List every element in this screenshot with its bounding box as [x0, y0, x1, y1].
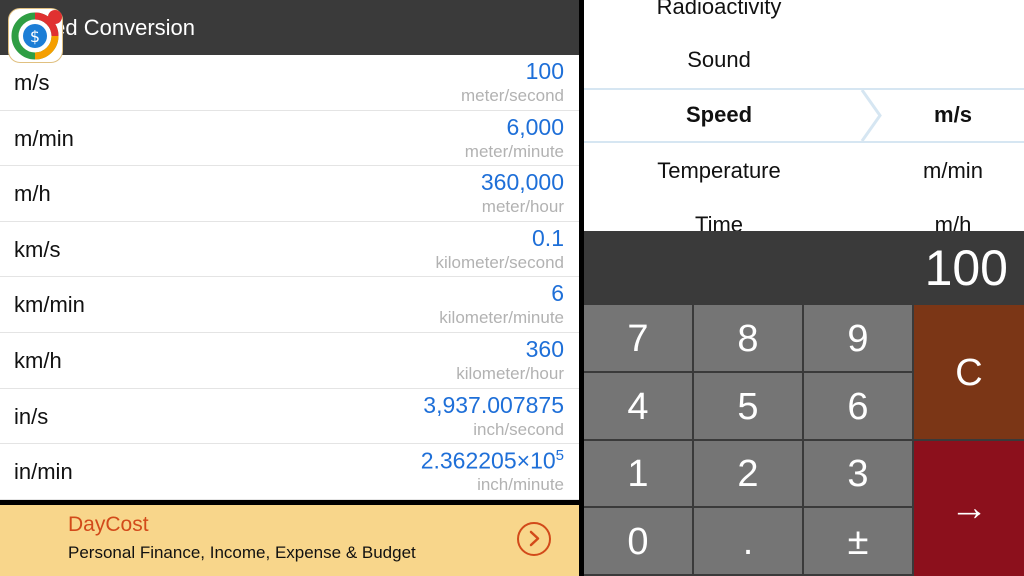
key-8[interactable]: 8: [694, 305, 804, 373]
list-item[interactable]: km/min 6 kilometer/minute: [0, 277, 579, 333]
picker-category-temperature[interactable]: Temperature: [584, 158, 854, 184]
key-decimal[interactable]: .: [694, 508, 804, 576]
list-item[interactable]: m/h 360,000 meter/hour: [0, 166, 579, 222]
unit-abbr: m/h: [14, 181, 51, 207]
conversion-list[interactable]: m/s 100 meter/second m/min 6,000 meter/m…: [0, 55, 579, 500]
picker-category-speed-selected[interactable]: Speed: [584, 102, 854, 128]
daycost-app-icon[interactable]: $: [8, 8, 63, 63]
picker-unit-selected[interactable]: m/s: [882, 102, 1024, 128]
key-2[interactable]: 2: [694, 441, 804, 508]
list-item[interactable]: km/s 0.1 kilometer/second: [0, 222, 579, 278]
unit-abbr: in/s: [14, 403, 49, 429]
unit-value: 100: [525, 58, 564, 84]
unit-abbr: km/h: [14, 347, 62, 373]
unit-name: inch/second: [473, 419, 564, 439]
unit-value: 3,937.007875: [423, 391, 564, 418]
unit-value: 6: [551, 280, 564, 307]
page-title: Speed Conversion: [0, 0, 579, 55]
picker-category-radioactivity[interactable]: Radioactivity: [584, 0, 854, 20]
picker-category-time[interactable]: Time: [584, 212, 854, 231]
unit-abbr: m/min: [14, 125, 74, 151]
list-item[interactable]: in/min 2.362205×105 inch/minute: [0, 444, 579, 500]
unit-value: 0.1: [532, 224, 564, 251]
key-6[interactable]: 6: [804, 373, 914, 441]
calculator-display: 100: [584, 231, 1024, 305]
picker-unit-m-min[interactable]: m/min: [882, 158, 1024, 184]
unit-abbr: km/min: [14, 292, 85, 318]
unit-name: meter/second: [461, 86, 564, 105]
unit-name: meter/hour: [481, 197, 564, 217]
value-mantissa: 2.362205×10: [420, 447, 556, 474]
list-item[interactable]: km/h 360 kilometer/hour: [0, 333, 579, 389]
picker-category-sound[interactable]: Sound: [584, 47, 854, 73]
unit-value: 6,000: [506, 113, 564, 140]
unit-value: 2.362205×105: [421, 447, 564, 475]
key-5[interactable]: 5: [694, 373, 804, 441]
conversion-pane: Speed Conversion m/s 100 meter/second m/…: [0, 0, 579, 576]
chevron-right-circle-icon[interactable]: [517, 522, 551, 556]
unit-abbr: in/min: [14, 459, 73, 485]
clear-button[interactable]: C: [914, 305, 1024, 441]
ad-subtitle[interactable]: Personal Finance, Income, Expense & Budg…: [68, 543, 416, 563]
unit-value: 360: [525, 335, 564, 362]
key-4[interactable]: 4: [584, 373, 694, 441]
unit-abbr: km/s: [14, 236, 61, 262]
ad-title[interactable]: DayCost: [68, 513, 149, 537]
key-0[interactable]: 0: [584, 508, 694, 576]
key-9[interactable]: 9: [804, 305, 914, 373]
unit-name: inch/minute: [477, 475, 564, 495]
unit-name: meter/minute: [464, 141, 564, 161]
svg-text:$: $: [30, 27, 40, 46]
key-3[interactable]: 3: [804, 441, 914, 508]
list-item[interactable]: m/min 6,000 meter/minute: [0, 111, 579, 167]
key-1[interactable]: 1: [584, 441, 694, 508]
picker-unit-m-h[interactable]: m/h: [882, 212, 1024, 231]
enter-arrow-button[interactable]: →: [914, 441, 1024, 576]
list-item[interactable]: m/s 100 meter/second: [0, 55, 579, 111]
unit-name: kilometer/second: [435, 252, 564, 272]
key-7[interactable]: 7: [584, 305, 694, 373]
unit-name: kilometer/hour: [456, 363, 564, 383]
key-plus-minus[interactable]: ±: [804, 508, 914, 576]
selection-chevron-icon: [860, 90, 882, 141]
unit-name: kilometer/minute: [439, 308, 564, 328]
unit-value: 360,000: [480, 169, 564, 196]
list-item[interactable]: in/s 3,937.007875 inch/second: [0, 389, 579, 445]
value-exponent: 5: [555, 447, 564, 465]
